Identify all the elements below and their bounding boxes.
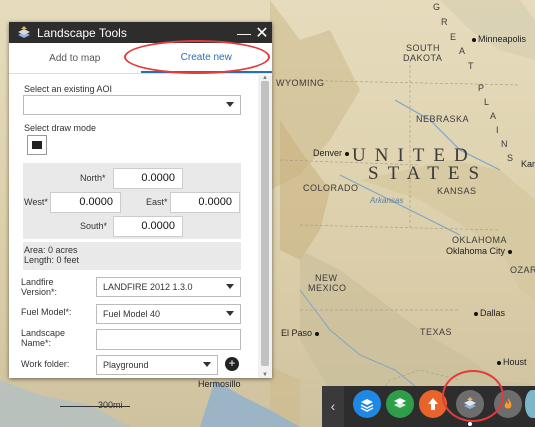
minimize-button[interactable]: — — [236, 25, 252, 41]
great-plains-e: E — [450, 32, 457, 42]
landfire-label-line2: Version*: — [21, 287, 58, 297]
state-label-new: NEW — [315, 273, 338, 283]
tab-add-to-map[interactable]: Add to map — [9, 43, 141, 73]
state-label-mexico: MEXICO — [308, 283, 347, 293]
aoi-label: Select an existing AOI — [24, 84, 113, 94]
active-indicator — [468, 422, 472, 426]
city-denver: Denver — [313, 148, 351, 158]
work-folder-value: Playground — [103, 360, 149, 370]
scroll-thumb[interactable] — [261, 81, 269, 366]
region-label-ozark: OZARK — [510, 265, 535, 275]
west-label: West* — [24, 197, 48, 207]
city-kansas-city: Kan — [521, 159, 535, 169]
city-houston: Houst — [497, 357, 527, 367]
partial-button[interactable] — [525, 390, 535, 418]
great-plains-s: S — [507, 153, 514, 163]
state-label-south: SOUTH — [406, 43, 440, 53]
great-plains-a: A — [459, 46, 466, 56]
landscape-tools-panel: Landscape Tools — ✕ Add to map Create ne… — [9, 22, 272, 378]
state-label-colorado: COLORADO — [303, 183, 359, 193]
east-input[interactable]: 0.0000 — [170, 192, 240, 213]
scroll-down-icon[interactable]: ▼ — [262, 372, 268, 378]
state-label-oklahoma: OKLAHOMA — [452, 235, 508, 245]
basemap-button[interactable] — [386, 390, 414, 418]
landfire-version-value: LANDFIRE 2012 1.3.0 — [103, 282, 193, 292]
close-button[interactable]: ✕ — [252, 23, 272, 43]
draw-mode-label: Select draw mode — [24, 123, 97, 133]
north-label: North* — [80, 173, 106, 183]
panel-scrollbar[interactable]: ▲ ▼ — [258, 75, 272, 378]
chevron-left-icon[interactable]: ‹ — [322, 386, 344, 427]
highlight-ring-tool — [442, 370, 504, 422]
chevron-down-icon — [203, 362, 211, 367]
state-label-texas: TEXAS — [420, 327, 453, 337]
layers-icon — [360, 399, 374, 412]
country-label-line2: STATES — [368, 163, 489, 184]
state-label-kansas: KANSAS — [437, 186, 477, 196]
east-label: East* — [146, 197, 168, 207]
south-label: South* — [80, 221, 108, 231]
city-el-paso: El Paso — [281, 328, 321, 338]
scale-label: 300mi — [98, 400, 123, 410]
landscape-name-input[interactable] — [96, 329, 241, 350]
city-minneapolis: Minneapolis — [472, 34, 526, 44]
city-dallas: Dallas — [474, 308, 505, 318]
city-hermosillo: Hermosillo — [198, 379, 241, 389]
panel-titlebar: Landscape Tools — ✕ — [9, 22, 272, 43]
great-plains-r: R — [441, 17, 448, 27]
great-plains-l: L — [484, 97, 490, 107]
fuel-model-label: Fuel Model*: — [21, 307, 72, 317]
panel-title: Landscape Tools — [37, 25, 127, 40]
river-label-arkansas: Arkansas — [370, 196, 404, 205]
west-input[interactable]: 0.0000 — [50, 192, 121, 213]
rectangle-icon — [32, 141, 42, 149]
chevron-down-icon — [226, 102, 234, 107]
great-plains-a2: A — [490, 111, 497, 121]
landfire-version-select[interactable]: LANDFIRE 2012 1.3.0 — [96, 277, 241, 297]
great-plains-n: N — [501, 139, 508, 149]
area-text: Area: 0 acres — [24, 245, 78, 255]
draw-rectangle-button[interactable] — [27, 135, 47, 155]
landscape-tools-icon — [18, 25, 30, 38]
work-folder-label: Work folder: — [21, 359, 70, 369]
length-text: Length: 0 feet — [24, 255, 80, 265]
state-label-dakota: DAKOTA — [403, 53, 443, 63]
south-input[interactable]: 0.0000 — [113, 216, 183, 237]
work-folder-select[interactable]: Playground — [96, 355, 218, 375]
chevron-down-icon — [226, 284, 234, 289]
aoi-select[interactable] — [23, 95, 241, 115]
basemap-icon — [394, 398, 406, 408]
layers-button[interactable] — [353, 390, 381, 418]
landscape-name-label-line2: Name*: — [21, 338, 52, 348]
state-label-nebraska: NEBRASKA — [416, 114, 470, 124]
add-folder-button[interactable]: + — [225, 357, 239, 371]
panel-content: Select an existing AOI Select draw mode … — [9, 75, 256, 378]
highlight-ring-tab — [124, 40, 270, 74]
great-plains-i: I — [496, 125, 500, 135]
fuel-model-value: Fuel Model 40 — [103, 309, 161, 319]
fuel-model-select[interactable]: Fuel Model 40 — [96, 304, 241, 324]
state-label-wyoming: WYOMING — [276, 78, 325, 88]
landfire-label-line1: Landfire — [21, 277, 54, 287]
north-input[interactable]: 0.0000 — [113, 168, 183, 189]
great-plains-p: P — [478, 83, 485, 93]
landscape-name-label-line1: Landscape — [21, 328, 66, 338]
great-plains-t: T — [468, 61, 474, 71]
city-oklahoma-city: Oklahoma City — [446, 246, 514, 256]
great-plains-g: G — [433, 2, 441, 12]
chevron-down-icon — [226, 311, 234, 316]
